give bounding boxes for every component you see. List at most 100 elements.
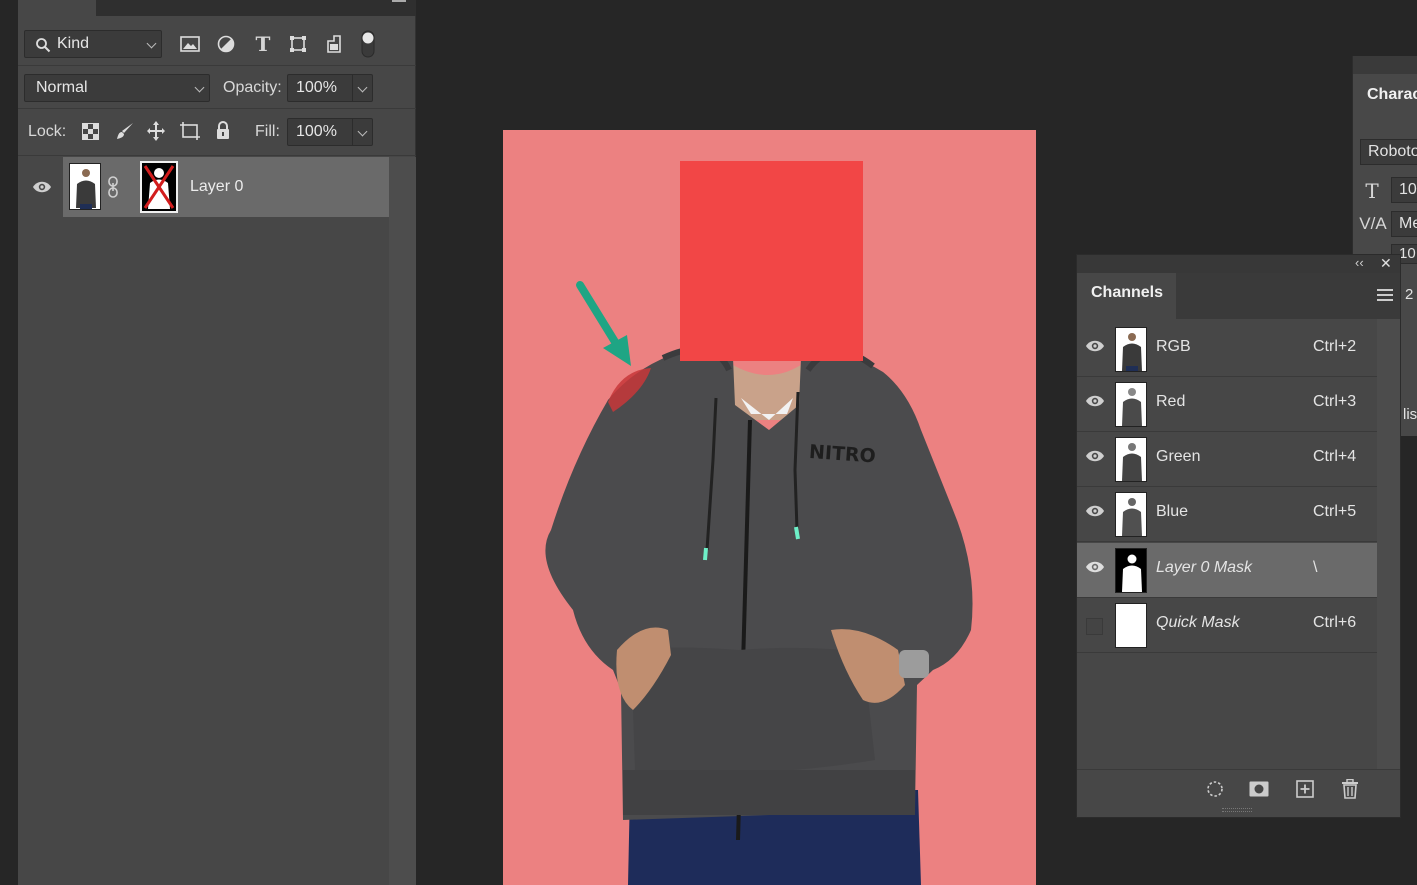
lock-artboard-icon[interactable] [179,121,201,141]
character-panel-title: Charac [1367,86,1417,103]
character-panel-header [1353,56,1417,74]
eye-icon[interactable] [32,181,52,193]
collapse-panel-icon[interactable]: ‹‹ [1355,255,1364,270]
layer-mask-thumbnail[interactable] [140,161,178,213]
channels-tab-bar: Channels [1077,273,1400,319]
layer-row-layer-0[interactable]: Layer 0 [63,157,389,217]
lock-position-icon[interactable] [146,120,166,142]
fill-label: Fill: [255,123,280,140]
character-misc-text: lis [1403,406,1417,423]
load-channel-as-selection-icon[interactable] [1206,780,1224,798]
chevron-down-icon [146,38,157,49]
chevron-down-icon [194,82,205,93]
channel-row-blue[interactable]: Blue Ctrl+5 [1077,487,1377,542]
blend-mode-dropdown[interactable]: Normal [24,74,210,102]
lock-all-icon[interactable] [215,120,231,140]
trash-icon[interactable] [1341,779,1359,799]
channel-name: Layer 0 Mask [1156,559,1253,576]
lock-row: Lock: Fill: 100% [18,110,416,156]
eye-icon[interactable] [1085,395,1105,407]
visibility-checkbox[interactable] [1086,618,1103,635]
channels-scrollbar[interactable] [1377,319,1400,769]
channel-name: Red [1156,393,1186,410]
font-size-value: 10 [1399,181,1417,198]
channel-thumbnail [1115,548,1147,593]
channel-shortcut: Ctrl+3 [1313,393,1357,410]
channel-thumbnail [1115,492,1147,537]
layer-list-scrollbar[interactable] [389,157,416,885]
shape-filter-icon[interactable] [289,35,307,53]
chevron-down-icon [357,82,368,93]
mask-thumbnail-image [143,165,175,209]
adjustment-filter-icon[interactable] [217,35,235,53]
waistband-shape [623,770,915,815]
new-channel-icon[interactable] [1296,780,1314,798]
link-icon[interactable] [107,176,119,198]
panel-menu-icon[interactable] [1377,289,1393,301]
smart-object-filter-icon[interactable] [326,35,342,53]
eye-icon[interactable] [1085,340,1105,352]
leading-value: 10 [1399,245,1416,262]
eye-icon[interactable] [1085,561,1105,573]
layers-tab-bar [18,0,416,16]
channel-shortcut: Ctrl+4 [1313,448,1357,465]
channel-thumbnail [1115,327,1147,372]
eye-icon[interactable] [1085,450,1105,462]
channel-row-red[interactable]: Red Ctrl+3 [1077,377,1377,432]
opacity-field[interactable]: 100% [287,74,373,102]
filter-kind-dropdown[interactable]: Kind [24,30,162,58]
channel-row-rgb[interactable]: RGB Ctrl+2 [1077,322,1377,377]
tab-channels-label: Channels [1091,284,1164,301]
layer-visibility-cell [18,157,63,217]
canvas-image: NITRO [545,161,973,885]
channel-shortcut: Ctrl+2 [1313,338,1357,355]
layers-panel: Kind T Normal Opacity: 100% Lock: Fill: [18,0,416,885]
channel-shortcut: Ctrl+6 [1313,614,1357,631]
channels-panel-titlebar[interactable]: ‹‹ ✕ [1077,255,1400,273]
channel-shortcut: Ctrl+5 [1313,503,1357,520]
channel-row-layer-0-mask[interactable]: Layer 0 Mask \ [1077,543,1377,598]
eye-icon[interactable] [1085,505,1105,517]
opacity-value: 100% [296,79,337,96]
chevron-down-icon [357,126,368,137]
lock-transparent-pixels-icon[interactable] [82,123,99,140]
kerning-field[interactable]: Me [1391,211,1417,237]
filter-kind-label: Kind [57,35,90,52]
layer-name: Layer 0 [190,178,244,195]
channels-bottom-toolbar [1077,769,1400,807]
fill-value: 100% [296,123,337,140]
channel-thumbnail [1115,437,1147,482]
font-size-icon: T [1365,179,1379,203]
font-family-value: Roboto [1368,143,1417,160]
font-size-field[interactable]: 10 [1391,177,1417,203]
save-selection-as-channel-icon[interactable] [1249,781,1269,797]
hoodie-logo: NITRO [808,441,876,468]
tab-layers[interactable] [18,0,96,16]
image-filter-icon[interactable] [180,36,200,52]
drawstring-tip-right [794,526,800,540]
font-family-field[interactable]: Roboto [1360,139,1417,165]
wristwatch-shape [899,650,929,678]
kerning-icon: V/A [1359,214,1387,233]
type-filter-icon[interactable]: T [253,32,273,56]
channel-row-quick-mask[interactable]: Quick Mask Ctrl+6 [1077,598,1377,653]
channel-name: Quick Mask [1156,614,1240,631]
channels-panel: ‹‹ ✕ Channels RGB Ctrl+2 Red Ctrl+3 Gree… [1076,254,1401,818]
document-canvas[interactable]: NITRO [503,130,1036,885]
channel-thumbnail [1115,382,1147,427]
layer-thumbnail[interactable] [69,163,101,210]
tab-channels[interactable]: Channels [1077,273,1176,319]
blend-mode-label: Normal [36,79,88,96]
panel-resize-grip[interactable] [1222,808,1252,812]
close-icon[interactable]: ✕ [1380,255,1392,272]
filter-toggle-icon[interactable] [360,30,376,58]
channel-row-green[interactable]: Green Ctrl+4 [1077,432,1377,487]
lock-label: Lock: [28,123,67,140]
layer-list [18,157,416,885]
lock-image-pixels-icon[interactable] [115,121,135,141]
panel-menu-icon[interactable] [392,0,406,3]
fill-field[interactable]: 100% [287,118,373,146]
layer-filter-row: Kind T [18,16,416,66]
search-icon [36,38,51,53]
channel-name: Green [1156,448,1201,465]
